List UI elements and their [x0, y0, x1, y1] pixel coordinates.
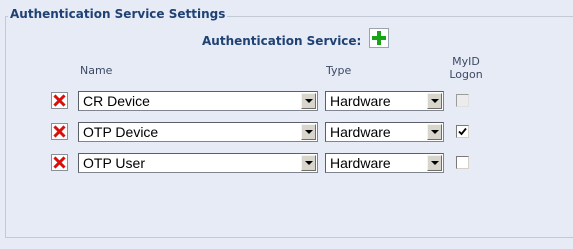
checkmark-icon: [458, 127, 467, 136]
type-select[interactable]: Hardware: [325, 153, 444, 173]
name-select[interactable]: OTP User: [78, 153, 318, 173]
type-select-value: Hardware: [330, 155, 391, 171]
name-select-value: OTP Device: [83, 124, 159, 140]
myid-logon-checkbox[interactable]: [456, 156, 469, 169]
column-header-myid-logon: MyID Logon: [446, 55, 486, 81]
myid-logon-checkbox[interactable]: [456, 94, 469, 107]
chevron-down-icon[interactable]: [427, 124, 442, 140]
delete-row-button[interactable]: [51, 123, 68, 140]
add-authentication-service-button[interactable]: [369, 28, 389, 48]
red-x-icon: [53, 125, 66, 138]
authentication-settings-panel: Authentication Service Settings Authenti…: [0, 0, 573, 249]
delete-row-button[interactable]: [51, 154, 68, 171]
column-header-type: Type: [326, 64, 352, 77]
plus-icon: [372, 31, 386, 45]
name-select[interactable]: OTP Device: [78, 122, 318, 142]
authentication-service-label: Authentication Service:: [202, 34, 362, 48]
chevron-down-icon[interactable]: [427, 93, 442, 109]
name-select-value: CR Device: [83, 93, 150, 109]
service-row: OTP Device Hardware: [0, 120, 573, 142]
chevron-down-icon[interactable]: [301, 93, 316, 109]
section-legend: Authentication Service Settings: [8, 6, 228, 22]
service-row: CR Device Hardware: [0, 89, 573, 111]
myid-logon-checkbox[interactable]: [456, 125, 469, 138]
name-select-value: OTP User: [83, 155, 145, 171]
type-select-value: Hardware: [330, 93, 391, 109]
chevron-down-icon[interactable]: [301, 155, 316, 171]
service-row: OTP User Hardware: [0, 151, 573, 173]
red-x-icon: [53, 94, 66, 107]
name-select[interactable]: CR Device: [78, 91, 318, 111]
type-select-value: Hardware: [330, 124, 391, 140]
chevron-down-icon[interactable]: [427, 155, 442, 171]
delete-row-button[interactable]: [51, 92, 68, 109]
chevron-down-icon[interactable]: [301, 124, 316, 140]
red-x-icon: [53, 156, 66, 169]
type-select[interactable]: Hardware: [325, 122, 444, 142]
column-header-name: Name: [80, 64, 113, 77]
type-select[interactable]: Hardware: [325, 91, 444, 111]
column-header-logon-text: MyID Logon: [449, 55, 483, 81]
